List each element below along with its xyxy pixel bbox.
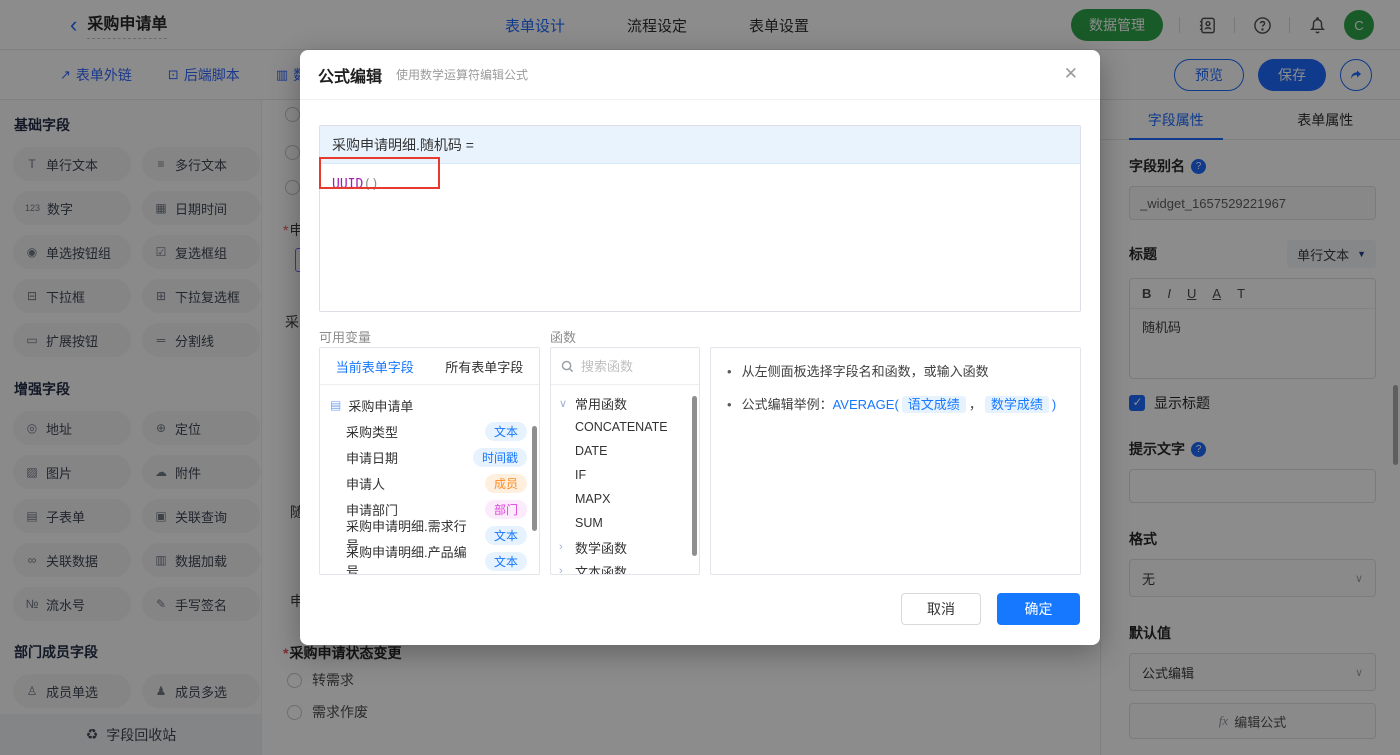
search-icon — [561, 360, 574, 373]
form-doc-icon: ▤ — [330, 398, 342, 412]
function-item[interactable]: SUM — [551, 511, 699, 535]
modal-header: 公式编辑 使用数学运算符编辑公式 ✕ — [300, 50, 1100, 100]
functions-scrollbar[interactable] — [692, 396, 697, 556]
function-search — [551, 348, 699, 385]
function-group-text[interactable]: › 文本函数 — [551, 559, 699, 575]
formula-edit-modal: 公式编辑 使用数学运算符编辑公式 ✕ 采购申请明细.随机码 = UUID() 可… — [300, 50, 1100, 645]
variables-pane: 当前表单字段 所有表单字段 ▤ 采购申请单 采购类型 文本 申请日期 时间戳 申请人… — [319, 347, 540, 575]
confirm-button[interactable]: 确定 — [997, 593, 1080, 625]
function-group-common[interactable]: ∨ 常用函数 — [551, 391, 699, 415]
formula-parens: () — [363, 177, 379, 192]
help-bullet-1: • 从左侧面板选择字段名和函数，或输入函数 — [727, 362, 1064, 382]
formula-editor: 采购申请明细.随机码 = UUID() — [319, 125, 1081, 312]
tab-all-form-fields[interactable]: 所有表单字段 — [430, 348, 540, 384]
example-field-chip: 语文成绩 — [901, 396, 966, 413]
variable-field-row[interactable]: 采购申请明细.产品编号 文本 — [320, 545, 539, 574]
app: ‹ 采购申请单 表单设计 流程设定 表单设置 数据管理 C ↗ 表单外链 ⊡ 后… — [0, 0, 1400, 755]
modal-subtitle: 使用数学运算符编辑公式 — [396, 68, 529, 82]
cancel-button[interactable]: 取消 — [901, 593, 981, 625]
function-item[interactable]: CONCATENATE — [551, 415, 699, 439]
function-item[interactable]: MAPX — [551, 487, 699, 511]
example-close-paren: ) — [1051, 397, 1057, 412]
functions-pane: ∨ 常用函数 CONCATENATE DATE IF MAPX SUM › 数学… — [550, 347, 700, 575]
help-pane: • 从左侧面板选择字段名和函数，或输入函数 • 公式编辑举例：AVERAGE(语… — [710, 347, 1081, 575]
tab-current-form-fields[interactable]: 当前表单字段 — [320, 348, 430, 384]
type-badge: 文本 — [484, 525, 527, 545]
type-badge: 文本 — [484, 421, 527, 441]
functions-label: 函数 — [550, 330, 577, 345]
bullet-icon: • — [727, 397, 732, 412]
example-field-chip: 数学成绩 — [984, 396, 1049, 413]
formula-target: 采购申请明细.随机码 = — [320, 126, 1080, 164]
form-tree-node[interactable]: ▤ 采购申请单 — [320, 392, 539, 418]
variables-tabs: 当前表单字段 所有表单字段 — [320, 348, 539, 385]
variable-field-row[interactable]: 申请人 成员 — [320, 470, 539, 496]
modal-title: 公式编辑 — [318, 68, 383, 86]
type-badge: 部门 — [484, 499, 527, 519]
chevron-right-icon: › — [559, 565, 563, 575]
bullet-icon: • — [727, 364, 732, 379]
chevron-down-icon: ∨ — [559, 397, 568, 410]
variable-field-row[interactable]: 申请日期 时间戳 — [320, 444, 539, 470]
chevron-right-icon: › — [559, 541, 563, 553]
type-badge: 成员 — [484, 473, 527, 493]
close-icon[interactable]: ✕ — [1064, 64, 1078, 84]
function-search-input[interactable] — [581, 358, 681, 374]
type-badge: 文本 — [484, 551, 527, 571]
function-group-math[interactable]: › 数学函数 — [551, 535, 699, 559]
variables-label: 可用变量 — [319, 330, 372, 345]
variable-field-row[interactable]: 采购类型 文本 — [320, 418, 539, 444]
type-badge: 时间戳 — [472, 447, 527, 467]
example-function: AVERAGE( — [832, 397, 899, 412]
function-item[interactable]: DATE — [551, 439, 699, 463]
function-item[interactable]: IF — [551, 463, 699, 487]
formula-input-area[interactable]: UUID() — [320, 164, 1080, 311]
help-bullet-2: • 公式编辑举例：AVERAGE(语文成绩，数学成绩) — [727, 395, 1064, 415]
variables-scrollbar[interactable] — [532, 426, 537, 531]
modal-footer: 取消 确定 — [901, 593, 1080, 625]
formula-function-name: UUID — [332, 177, 364, 192]
